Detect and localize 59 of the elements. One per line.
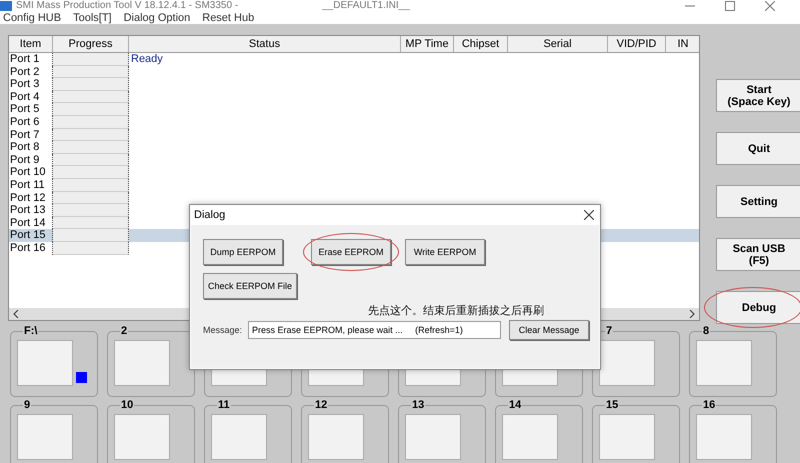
- slot-square: [599, 414, 655, 460]
- message-field[interactable]: Press Erase EEPROM, please wait ... (Refresh=1): [248, 321, 501, 339]
- column-header[interactable]: MP Time: [401, 36, 454, 52]
- side-button[interactable]: Scan USB (F5): [716, 238, 800, 271]
- window-title: SMI Mass Production Tool V 18.12.4.1 - SM3350 -: [16, 0, 238, 12]
- scroll-left-icon[interactable]: [13, 310, 19, 318]
- close-icon[interactable]: [584, 210, 594, 220]
- slot-label: 2: [120, 325, 128, 337]
- dialog-button[interactable]: Check EERPOM File: [203, 273, 298, 299]
- slot-square: [17, 340, 73, 386]
- menu-item[interactable]: Tools[T]: [73, 12, 112, 24]
- side-button[interactable]: Quit: [716, 132, 800, 165]
- side-button[interactable]: Debug: [716, 291, 800, 324]
- menu-item[interactable]: Config HUB: [3, 12, 62, 24]
- dialog-title: Dialog: [194, 209, 226, 221]
- column-header[interactable]: Progress: [53, 36, 129, 52]
- port-cell[interactable]: Port 15: [9, 229, 53, 242]
- slot-label: 11: [217, 399, 231, 411]
- column-header[interactable]: VID/PID: [608, 36, 666, 52]
- slot-square: [696, 340, 752, 386]
- slot-label: 14: [508, 399, 522, 411]
- slot-label: 7: [605, 325, 614, 337]
- message-label: Message:: [203, 325, 242, 335]
- column-header[interactable]: Status: [129, 36, 401, 52]
- note-text: 先点这个。结束后重新插拔之后再刷: [367, 304, 545, 318]
- slot-square: [114, 340, 170, 386]
- slot-label: F:\: [23, 325, 38, 337]
- status-cell-text: Ready: [130, 53, 164, 66]
- slot-label: 9: [23, 399, 32, 411]
- clear-message-button[interactable]: Clear Message: [509, 320, 589, 340]
- slot-square: [502, 414, 558, 460]
- slot-square: [17, 414, 73, 460]
- side-button[interactable]: Setting: [716, 185, 800, 218]
- dialog-button[interactable]: Write EERPOM: [405, 239, 486, 265]
- side-button[interactable]: Start (Space Key): [716, 79, 800, 112]
- app-icon: [0, 1, 12, 11]
- slot-square: [696, 414, 752, 460]
- slot-label: 15: [605, 399, 620, 411]
- slot-square: [405, 414, 461, 460]
- slot-square: [599, 340, 655, 386]
- dialog-button[interactable]: Erase EEPROM: [311, 239, 392, 265]
- slot-label: 10: [120, 399, 134, 411]
- scroll-right-icon[interactable]: [689, 310, 695, 318]
- column-header[interactable]: Item: [9, 36, 53, 52]
- config-file-name: __DEFAULT1.INI__: [322, 0, 410, 12]
- menu-item[interactable]: Dialog Option: [124, 12, 190, 24]
- dialog-button[interactable]: Dump EERPOM: [203, 239, 283, 265]
- slot-label: 8: [702, 325, 710, 337]
- slot-square: [114, 414, 170, 460]
- column-header[interactable]: Serial: [508, 36, 608, 52]
- slot-label: 16: [702, 399, 716, 411]
- maximize-icon[interactable]: [725, 1, 735, 11]
- slot-label: 13: [411, 399, 426, 411]
- menu-item[interactable]: Reset Hub: [202, 12, 254, 24]
- slot-label: 12: [314, 399, 328, 411]
- slot-square: [211, 414, 267, 460]
- column-header[interactable]: IN: [666, 36, 699, 52]
- column-header[interactable]: Chipset: [454, 36, 508, 52]
- slot-square: [308, 414, 364, 460]
